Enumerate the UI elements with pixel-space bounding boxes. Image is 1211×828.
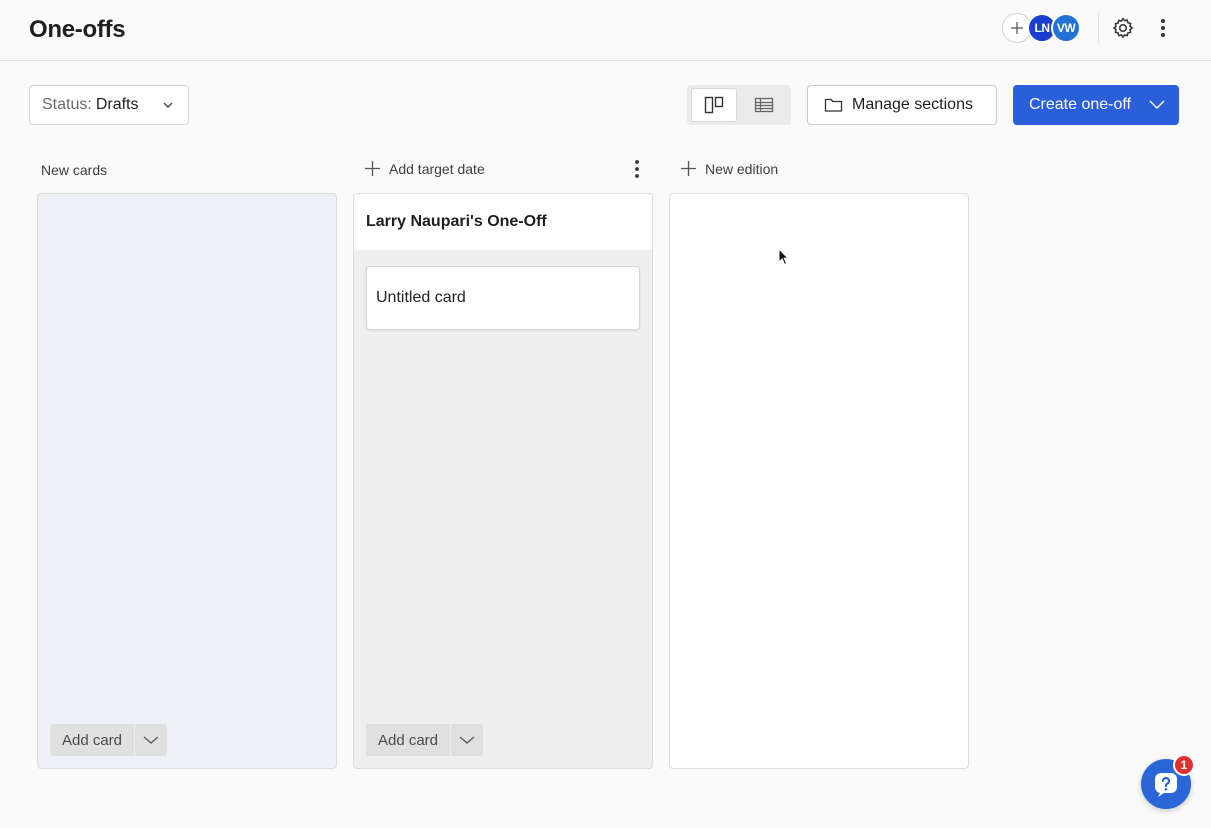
column-options-button[interactable] xyxy=(627,158,647,180)
new-edition-button[interactable]: New edition xyxy=(680,160,778,177)
manage-sections-button[interactable]: Manage sections xyxy=(807,85,997,125)
add-card-button[interactable]: Add card xyxy=(366,724,450,756)
status-filter-select[interactable]: Status: Drafts xyxy=(29,85,189,125)
card[interactable]: Untitled card xyxy=(366,266,640,330)
help-chat-icon xyxy=(1155,773,1177,797)
add-card-group: Add card xyxy=(50,724,167,756)
settings-button[interactable] xyxy=(1111,16,1135,40)
divider xyxy=(1098,13,1099,43)
view-toggle xyxy=(687,85,791,125)
add-target-date-button[interactable]: Add target date xyxy=(364,160,485,177)
column-edition: Larry Naupari's One-Off Untitled card Ad… xyxy=(353,193,653,769)
edition-title[interactable]: Larry Naupari's One-Off xyxy=(354,194,652,250)
chevron-down-icon xyxy=(143,736,159,744)
add-card-options-button[interactable] xyxy=(135,724,167,756)
create-one-off-button[interactable]: Create one-off xyxy=(1013,85,1179,125)
column-title-new-cards: New cards xyxy=(41,162,108,178)
new-edition-label: New edition xyxy=(705,160,779,177)
plus-icon xyxy=(365,161,380,176)
more-options-button[interactable] xyxy=(1152,16,1174,40)
cursor-icon xyxy=(778,248,790,266)
avatar[interactable]: VW xyxy=(1051,13,1081,43)
plus-icon xyxy=(681,161,696,176)
add-card-group: Add card xyxy=(366,724,483,756)
add-card-button[interactable]: Add card xyxy=(50,724,134,756)
board-view-button[interactable] xyxy=(691,88,737,122)
notification-badge: 1 xyxy=(1173,754,1195,776)
column-empty[interactable] xyxy=(669,193,969,769)
status-filter-value: Drafts xyxy=(95,96,139,113)
kebab-icon xyxy=(1161,19,1165,37)
kebab-icon xyxy=(635,160,639,178)
add-target-date-label: Add target date xyxy=(389,160,485,177)
plus-icon xyxy=(1011,22,1023,34)
chevron-down-icon xyxy=(459,736,475,744)
manage-sections-label: Manage sections xyxy=(852,96,973,113)
add-card-options-button[interactable] xyxy=(451,724,483,756)
status-filter-label: Status: xyxy=(42,96,92,113)
page-title: One-offs xyxy=(29,16,126,43)
chevron-down-icon xyxy=(163,102,173,108)
create-one-off-label: Create one-off xyxy=(1029,96,1131,113)
table-view-icon xyxy=(754,97,774,113)
chevron-down-icon xyxy=(1149,100,1165,109)
column-new-cards: Add card xyxy=(37,193,337,769)
folder-icon xyxy=(824,98,843,112)
table-view-button[interactable] xyxy=(741,88,787,122)
page-header: One-offs LN VW xyxy=(0,0,1211,61)
board-view-icon xyxy=(704,96,724,114)
gear-icon xyxy=(1113,17,1133,38)
